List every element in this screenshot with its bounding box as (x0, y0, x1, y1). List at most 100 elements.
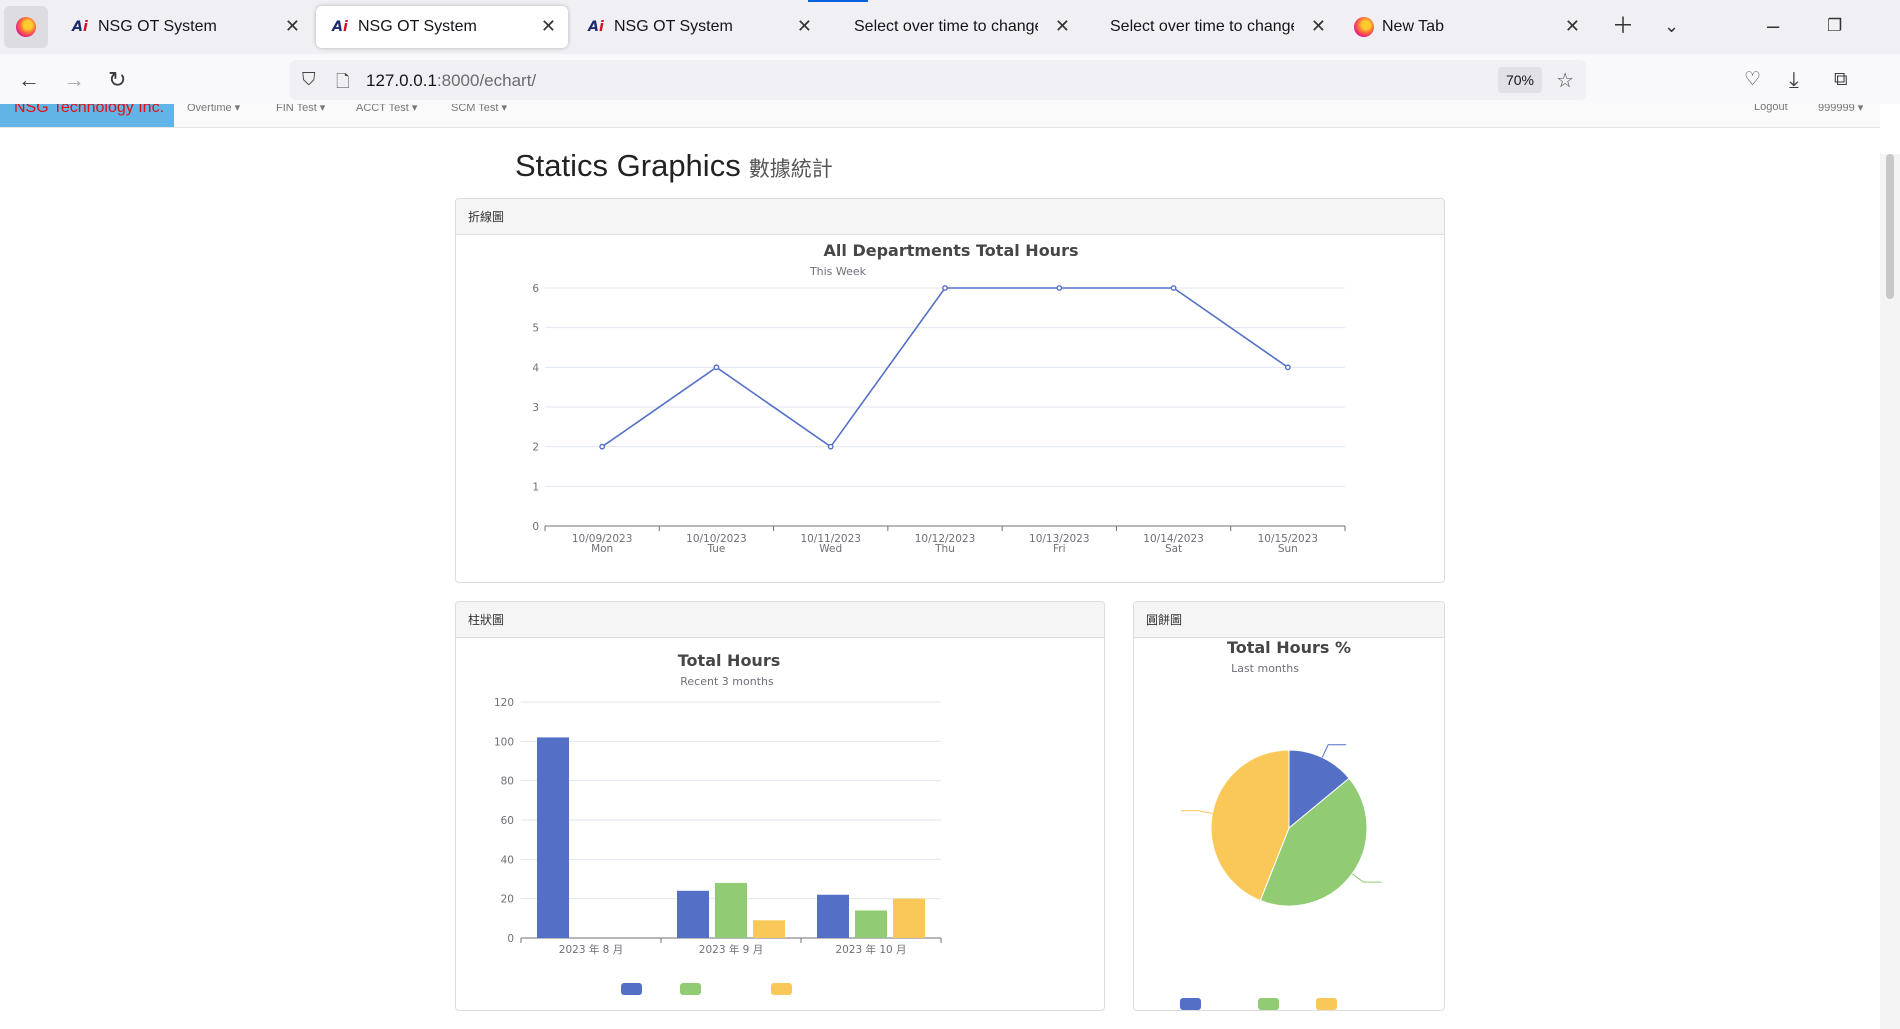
chevron-down-icon[interactable]: ⌄ (1664, 14, 1679, 38)
legend-swatch (1316, 998, 1337, 1010)
url-path: :8000/echart/ (436, 71, 537, 90)
user-menu[interactable]: 999999 ▾ (1818, 104, 1863, 114)
y-tick-label: 40 (501, 854, 514, 866)
scrollbar-thumb[interactable] (1886, 154, 1894, 299)
back-arrow-icon[interactable]: ← (18, 68, 40, 92)
bar-panel-heading: 柱狀圖 (456, 602, 1104, 638)
data-point (599, 443, 606, 450)
menu-acct-test[interactable]: ACCT Test ▾ (356, 104, 417, 114)
blank-favicon-icon (842, 17, 846, 37)
pocket-icon[interactable]: ♡ (1744, 68, 1761, 92)
logout-link[interactable]: Logout (1754, 104, 1788, 113)
bar (893, 898, 925, 938)
favicon-letter: A (332, 19, 344, 35)
page-title-text: Statics Graphics (515, 148, 741, 183)
legend-swatch (621, 983, 642, 995)
y-tick-label: 20 (501, 894, 514, 906)
y-tick-label: 6 (532, 283, 539, 295)
download-icon[interactable]: ⤓ (1789, 68, 1799, 92)
tab-bar: Ai NSG OT System ✕ Ai NSG OT System ✕ Ai NSG OT… (0, 0, 1900, 54)
y-tick-label: 0 (532, 521, 539, 533)
site-brand[interactable]: NSG Technology Inc. (0, 104, 174, 127)
y-tick-label: 120 (494, 697, 514, 709)
bar (855, 910, 887, 938)
site-navbar: NSG Technology Inc. Overtime ▾ FIN Test … (0, 104, 1880, 128)
close-tab-icon[interactable]: ✕ (1311, 16, 1326, 36)
y-tick-label: 5 (532, 323, 539, 335)
menu-overtime[interactable]: Overtime ▾ (187, 104, 240, 114)
favicon-letter: A (588, 19, 600, 35)
x-tick-sublabel: Thu (934, 543, 955, 555)
browser-tab[interactable]: Ai NSG OT System ✕ (56, 6, 312, 48)
line-panel-heading: 折線圖 (456, 199, 1444, 235)
url-bar[interactable]: ⛉ 🗋 127.0.0.1:8000/echart/ 70% ☆ (290, 60, 1586, 100)
nsg-logo-icon: Ai (330, 17, 350, 37)
bookmark-star-icon[interactable]: ☆ (1556, 68, 1574, 93)
close-tab-icon[interactable]: ✕ (1565, 16, 1580, 36)
bar-chart-panel: 柱狀圖 Total Hours Recent 3 months 0 20 40 60 80 1… (455, 601, 1105, 1011)
restore-icon[interactable]: ❐ (1827, 14, 1842, 38)
chart-subtitle: Last months (1231, 662, 1299, 675)
bar (817, 894, 849, 938)
reload-icon[interactable]: ↻ (108, 68, 126, 92)
x-tick-sublabel: Wed (819, 543, 842, 555)
firefox-logo (1354, 17, 1374, 37)
x-tick-label: 2023 年 10 月 (835, 943, 906, 956)
tab-loading-indicator (808, 0, 868, 2)
url-text[interactable]: 127.0.0.1:8000/echart/ (366, 71, 536, 91)
new-tab-icon[interactable]: ＋ (1612, 14, 1634, 38)
close-tab-icon[interactable]: ✕ (285, 16, 300, 36)
x-tick-label: 2023 年 9 月 (699, 943, 763, 956)
y-tick-label: 80 (501, 776, 514, 788)
page-info-icon[interactable]: 🗋 (336, 69, 350, 98)
legend-swatch (680, 983, 701, 995)
data-point (942, 285, 948, 291)
data-point (1170, 285, 1177, 291)
y-tick-label: 2 (532, 442, 539, 454)
minimize-icon[interactable]: – (1767, 14, 1779, 38)
browser-tab[interactable]: Ai NSG OT System ✕ (572, 6, 824, 48)
nsg-logo-icon: Ai (586, 17, 606, 37)
menu-fin-test[interactable]: FIN Test ▾ (276, 104, 325, 114)
browser-tab[interactable]: New Tab ✕ (1340, 6, 1592, 48)
page-subtitle: 數據統計 (748, 158, 833, 181)
favicon-letter: A (72, 19, 84, 35)
data-point (827, 443, 834, 450)
bar (677, 890, 709, 938)
firefox-icon (1354, 17, 1374, 37)
page-title: Statics Graphics 數據統計 (515, 148, 833, 184)
pie-label-line (1321, 744, 1347, 758)
browser-tab[interactable]: Select over time to change | Dja ✕ (1084, 6, 1338, 48)
tab-title: Select over time to change | Dja (854, 18, 1038, 35)
x-tick-sublabel: Tue (706, 543, 725, 555)
browser-tab[interactable]: Ai NSG OT System ✕ (316, 6, 568, 48)
pie-label-line (1180, 810, 1213, 814)
bar-chart: Total Hours Recent 3 months 0 20 40 60 80 100 12… (494, 651, 942, 995)
close-tab-icon[interactable]: ✕ (541, 16, 556, 36)
menu-scm-test[interactable]: SCM Test ▾ (451, 104, 507, 114)
url-host: 127.0.0.1 (366, 71, 437, 90)
pie-chart-panel: 圓餅圖 Total Hours % Last months (1133, 601, 1445, 1011)
forward-arrow-icon[interactable]: → (63, 68, 85, 92)
y-tick-label: 0 (507, 933, 514, 945)
pie-panel-heading: 圓餅圖 (1134, 602, 1444, 638)
x-tick-sublabel: Fri (1053, 543, 1066, 555)
line-chart-panel: 折線圖 All Departments Total Hours This Week… (455, 198, 1445, 583)
close-tab-icon[interactable]: ✕ (797, 16, 812, 36)
tab-title: New Tab (1382, 18, 1444, 35)
x-tick-label: 2023 年 8 月 (559, 943, 623, 956)
firefox-view-button[interactable] (4, 6, 48, 48)
chart-subtitle: Recent 3 months (680, 675, 774, 688)
legend-swatch (771, 983, 792, 995)
shield-icon[interactable]: ⛉ (302, 69, 316, 90)
web-content: NSG Technology Inc. Overtime ▾ FIN Test … (0, 104, 1900, 1029)
browser-tab[interactable]: Select over time to change | Dja ✕ (828, 6, 1082, 48)
bar (753, 920, 785, 938)
close-tab-icon[interactable]: ✕ (1055, 16, 1070, 36)
extensions-icon[interactable]: ⧉ (1834, 68, 1848, 92)
y-tick-label: 1 (532, 481, 539, 493)
favicon-letter: i (83, 19, 88, 35)
scrollbar[interactable] (1880, 154, 1900, 1029)
tab-title: NSG OT System (614, 18, 733, 35)
zoom-level-button[interactable]: 70% (1497, 67, 1542, 93)
